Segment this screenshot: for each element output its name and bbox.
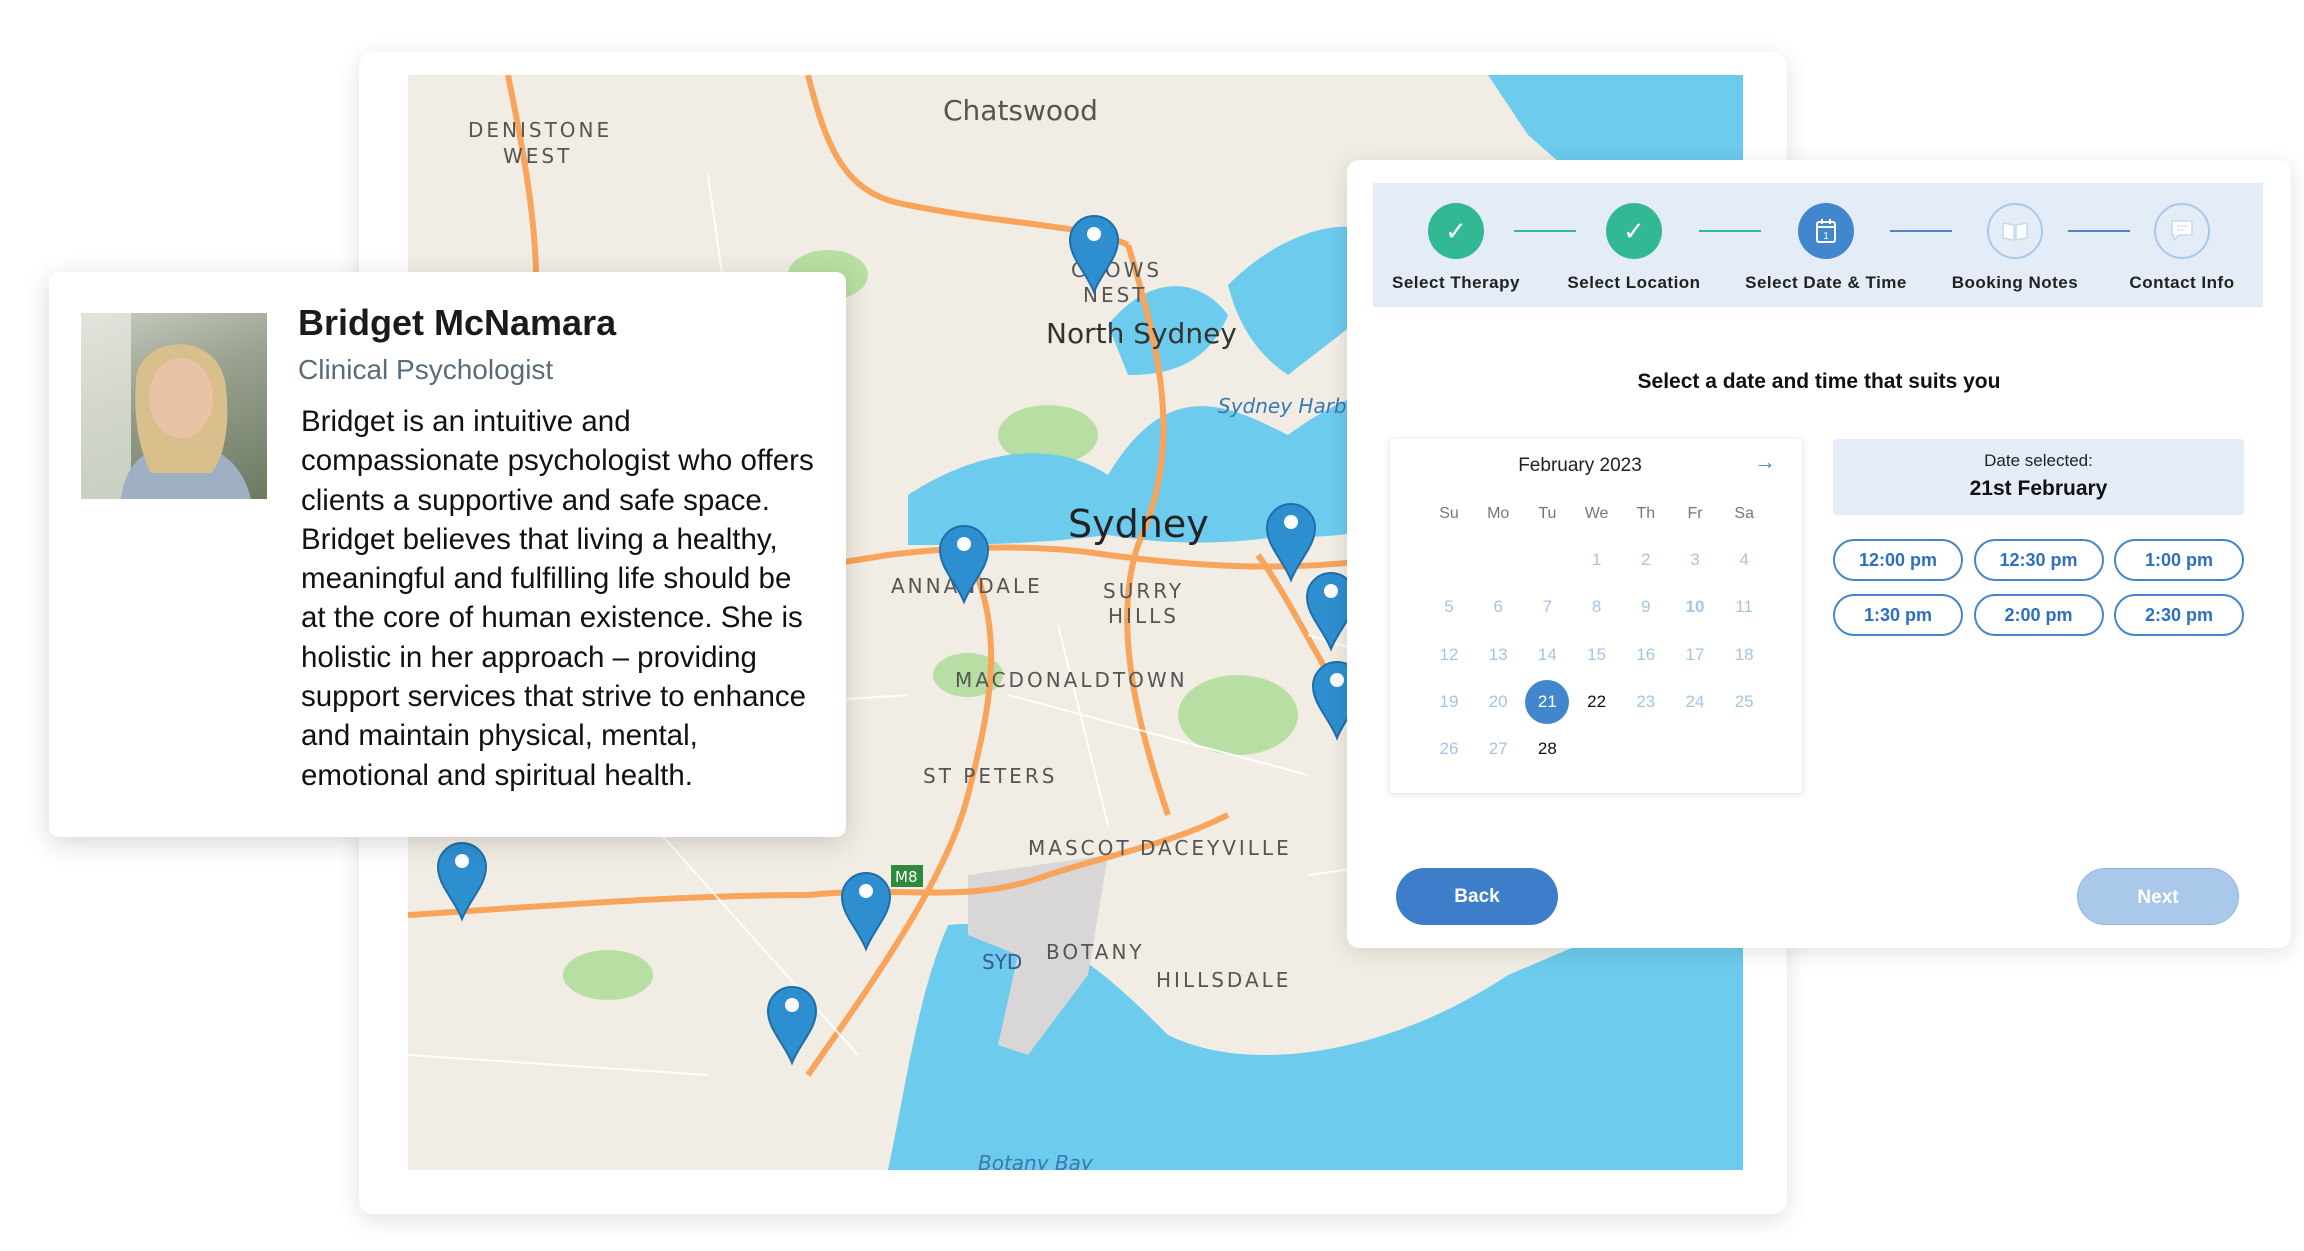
calendar-day[interactable]: 26 <box>1427 727 1471 771</box>
booking-panel: ✓ Select Therapy ✓ Select Location 1 Select D… <box>1347 160 2291 948</box>
location-pin-icon[interactable] <box>840 872 892 952</box>
weekday-header: Tu <box>1538 505 1557 522</box>
calendar-day[interactable]: 24 <box>1673 680 1717 724</box>
calendar-day[interactable]: 1 <box>1575 538 1619 582</box>
time-slot-button[interactable]: 2:00 pm <box>1973 594 2104 636</box>
book-icon <box>1987 203 2043 259</box>
weekday-header: Sa <box>1734 505 1754 522</box>
therapist-name: Bridget McNamara <box>298 302 617 343</box>
calendar-day[interactable]: 8 <box>1575 585 1619 629</box>
calendar-day[interactable]: 22 <box>1575 680 1619 724</box>
weekday-header: Fr <box>1687 505 1703 522</box>
step-label: Contact Info <box>2129 273 2235 292</box>
calendar-icon: 1 <box>1798 203 1854 259</box>
weekday-header: Su <box>1439 505 1459 522</box>
next-button[interactable]: Next <box>2077 868 2239 925</box>
step-booking-notes[interactable]: Booking Notes <box>1925 203 2105 293</box>
step-label: Select Date & Time <box>1745 273 1907 292</box>
calendar: February 2023 → Su Mo Tu We Th Fr Sa 1 2 3 4 5 6 7 8 9 1… <box>1390 439 1802 793</box>
calendar-day[interactable]: 9 <box>1624 585 1668 629</box>
time-slot-button[interactable]: 12:00 pm <box>1833 539 1963 581</box>
date-selected-box: Date selected: 21st February <box>1833 439 2244 515</box>
calendar-day[interactable]: 10 <box>1673 585 1717 629</box>
calendar-day[interactable]: 7 <box>1525 585 1569 629</box>
calendar-day[interactable]: 25 <box>1722 680 1766 724</box>
calendar-day[interactable]: 23 <box>1624 680 1668 724</box>
calendar-day[interactable]: 17 <box>1673 633 1717 677</box>
section-heading: Select a date and time that suits you <box>1637 370 2001 393</box>
step-label: Booking Notes <box>1951 273 2079 292</box>
therapist-photo <box>81 313 267 499</box>
map-label: DACEYVILLE <box>1140 836 1292 860</box>
calendar-day[interactable]: 15 <box>1575 633 1619 677</box>
calendar-day[interactable]: 27 <box>1476 727 1520 771</box>
map-label: BOTANY <box>1046 940 1145 964</box>
map-label: SURRY <box>1103 579 1184 603</box>
step-select-date-time[interactable]: 1 Select Date & Time <box>1736 203 1916 293</box>
calendar-day[interactable]: 18 <box>1722 633 1766 677</box>
calendar-day[interactable]: 11 <box>1722 585 1766 629</box>
map-label: WEST <box>503 144 572 168</box>
weekday-header: Th <box>1636 505 1656 522</box>
weekday-header: Mo <box>1487 505 1510 522</box>
calendar-day[interactable]: 16 <box>1624 633 1668 677</box>
step-label: Select Therapy <box>1392 273 1520 292</box>
date-selected-label: Date selected: <box>1984 451 2093 470</box>
calendar-day[interactable]: 28 <box>1525 727 1569 771</box>
therapist-card: Bridget McNamara Clinical Psychologist B… <box>49 272 846 837</box>
back-button[interactable]: Back <box>1396 868 1558 925</box>
time-slot-button[interactable]: 1:30 pm <box>1833 594 1963 636</box>
map-label: North Sydney <box>1046 317 1237 350</box>
time-slot-button[interactable]: 2:30 pm <box>2114 594 2244 636</box>
time-slot-button[interactable]: 12:30 pm <box>1973 539 2104 581</box>
weekday-header: We <box>1584 505 1609 522</box>
map-label: MACDONALDTOWN <box>955 668 1188 692</box>
chat-icon <box>2154 203 2210 259</box>
calendar-day-selected[interactable]: 21 <box>1525 679 1570 724</box>
step-select-location[interactable]: ✓ Select Location <box>1544 203 1724 293</box>
calendar-day[interactable]: 14 <box>1525 633 1569 677</box>
map-label: SYD <box>982 950 1022 974</box>
calendar-day[interactable]: 6 <box>1476 585 1520 629</box>
step-label: Select Location <box>1567 273 1701 292</box>
location-pin-icon[interactable] <box>766 986 818 1066</box>
map-label: HILLS <box>1108 604 1179 628</box>
calendar-day[interactable]: 20 <box>1476 680 1520 724</box>
date-selected-value: 21st February <box>1969 477 2108 500</box>
map-label: Chatswood <box>943 94 1098 127</box>
time-slot-button[interactable]: 1:00 pm <box>2114 539 2244 581</box>
calendar-day[interactable]: 2 <box>1624 538 1668 582</box>
svg-text:1: 1 <box>1823 231 1829 242</box>
therapist-role: Clinical Psychologist <box>298 354 554 385</box>
map-label: HILLSDALE <box>1156 968 1291 992</box>
map-label: MASCOT <box>1028 836 1132 860</box>
map-label: DENISTONE <box>468 118 612 142</box>
calendar-day[interactable]: 5 <box>1427 585 1471 629</box>
calendar-grid: Su Mo Tu We Th Fr Sa 1 2 3 4 5 6 7 8 9 10 11 12 13 14 15 16 17 1… <box>1390 439 1802 793</box>
calendar-day[interactable]: 4 <box>1722 538 1766 582</box>
therapist-bio: Bridget is an intuitive and compassionat… <box>301 405 814 792</box>
map-label: Botany Bay <box>978 1151 1094 1170</box>
calendar-day[interactable]: 12 <box>1427 633 1471 677</box>
check-icon: ✓ <box>1428 203 1484 259</box>
check-icon: ✓ <box>1606 203 1662 259</box>
booking-stepper: ✓ Select Therapy ✓ Select Location 1 Select D… <box>1373 183 2263 307</box>
calendar-day[interactable]: 13 <box>1476 633 1520 677</box>
step-select-therapy[interactable]: ✓ Select Therapy <box>1366 203 1546 293</box>
map-label: ST PETERS <box>923 764 1057 788</box>
calendar-day[interactable]: 3 <box>1673 538 1717 582</box>
map-label: Sydney <box>1068 502 1209 546</box>
calendar-day[interactable]: 19 <box>1427 680 1471 724</box>
step-contact-info[interactable]: Contact Info <box>2092 203 2272 293</box>
map-label: M8 <box>895 868 918 886</box>
